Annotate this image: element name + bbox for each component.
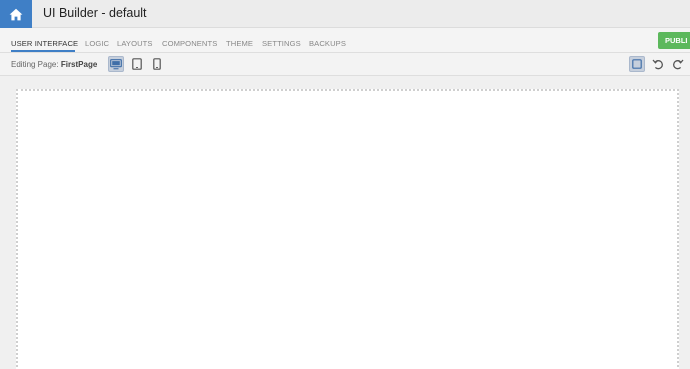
redo-icon	[673, 59, 684, 70]
tab-logic[interactable]: LOGIC	[85, 39, 109, 48]
editing-page-label: Editing Page: FirstPage	[11, 60, 97, 69]
tab-components[interactable]: COMPONENTS	[162, 39, 217, 48]
editor-toolbar: Editing Page: FirstPage	[0, 53, 690, 76]
square-icon	[632, 59, 642, 69]
top-bar: UI Builder - default	[0, 0, 690, 28]
tab-bar: USER INTERFACE LOGIC LAYOUTS COMPONENTS …	[0, 28, 690, 53]
home-icon	[9, 8, 23, 20]
tab-theme[interactable]: THEME	[226, 39, 253, 48]
home-button[interactable]	[0, 0, 32, 28]
editing-page-prefix: Editing Page:	[11, 60, 59, 69]
mobile-icon	[153, 58, 161, 70]
canvas-area	[0, 77, 690, 369]
page-canvas[interactable]	[16, 89, 679, 369]
tablet-icon	[132, 58, 142, 70]
active-tab-indicator	[11, 50, 75, 52]
tab-settings[interactable]: SETTINGS	[262, 39, 301, 48]
desktop-icon	[110, 58, 122, 69]
tab-backups[interactable]: BACKUPS	[309, 39, 346, 48]
undo-icon	[652, 59, 663, 70]
desktop-view-button[interactable]	[108, 56, 124, 72]
app-title: UI Builder - default	[43, 6, 147, 20]
tab-user-interface[interactable]: USER INTERFACE	[11, 39, 78, 48]
undo-button[interactable]	[650, 56, 666, 72]
mobile-view-button[interactable]	[149, 56, 165, 72]
redo-button[interactable]	[670, 56, 686, 72]
editing-page-name: FirstPage	[60, 60, 98, 69]
tab-layouts[interactable]: LAYOUTS	[117, 39, 153, 48]
tablet-view-button[interactable]	[129, 56, 145, 72]
publish-button[interactable]: PUBLI	[658, 32, 690, 49]
frame-toggle-button[interactable]	[629, 56, 645, 72]
